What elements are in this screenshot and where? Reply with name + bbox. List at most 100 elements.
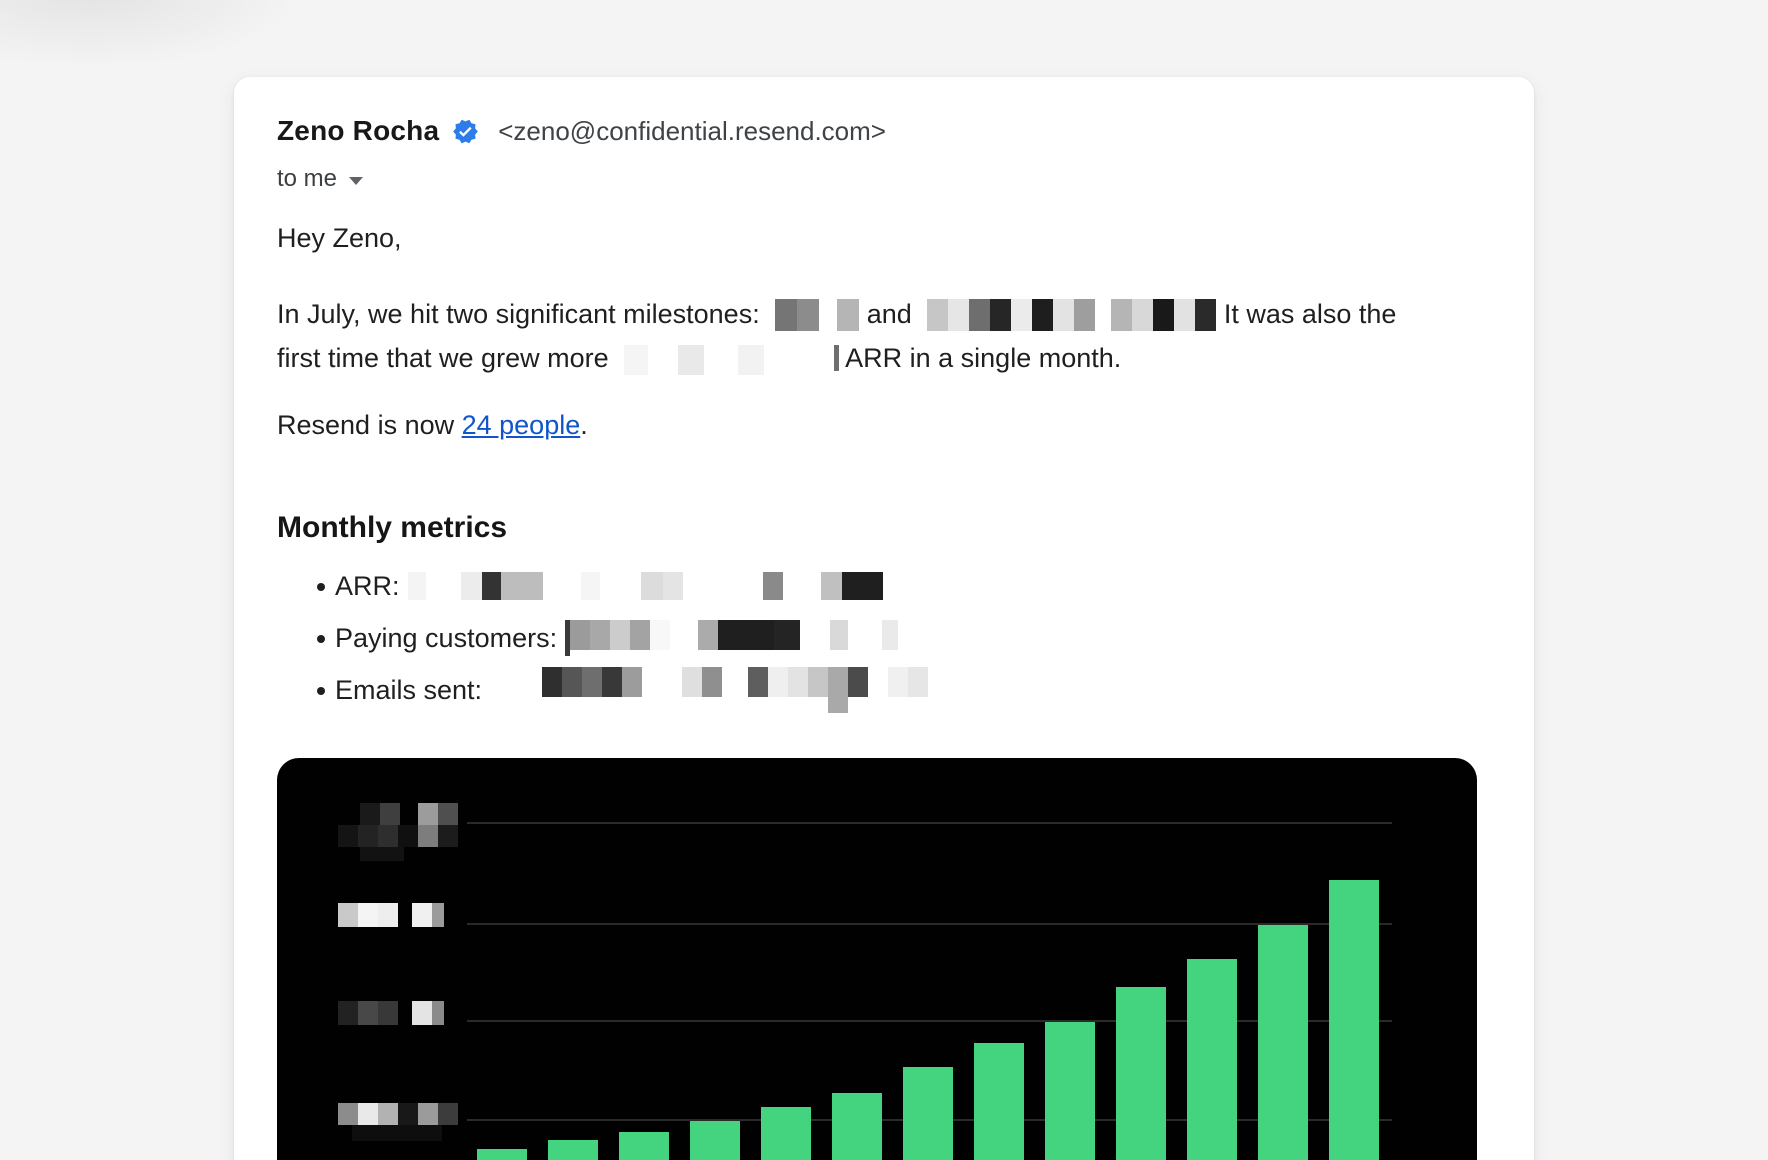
recipient-dropdown[interactable]: to me — [277, 165, 363, 193]
redaction-pixel-block — [702, 667, 722, 697]
redaction-pixel-block — [438, 825, 458, 847]
redaction-pixel-block — [842, 572, 883, 600]
redaction-pixel-block — [432, 903, 444, 927]
redaction-pixel-block — [788, 667, 808, 697]
team-text: Resend is now — [277, 410, 462, 440]
paragraph-text: It was also the — [1224, 299, 1397, 329]
redaction-pixel-block — [1132, 299, 1153, 331]
chart-gridline — [467, 1020, 1392, 1022]
email-card: Zeno Rocha <zeno@confidential.resend.com… — [234, 77, 1534, 1160]
redaction-pixel-block — [775, 299, 797, 331]
chart-ylabel-redacted — [338, 1103, 458, 1125]
greeting-text: Hey Zeno, — [277, 223, 402, 254]
redaction-pixel-block — [352, 1125, 442, 1141]
redaction-pixel-block — [438, 1103, 458, 1125]
redaction-pixel-block — [1174, 299, 1195, 331]
paragraph-text: and — [867, 299, 912, 329]
paragraph-text: In July, we hit two significant mileston… — [277, 299, 760, 329]
redaction-pixel-block — [338, 903, 358, 927]
redaction-pixel-block — [378, 825, 398, 847]
sender-name: Zeno Rocha — [277, 115, 439, 147]
redaction-pixel-block — [797, 299, 819, 331]
redaction-pixel-block — [808, 667, 828, 697]
chart-gridline — [467, 923, 1392, 925]
redaction-pixel-block — [848, 667, 868, 697]
redaction-pixel-block — [418, 803, 438, 825]
sender-address: <zeno@confidential.resend.com> — [498, 116, 886, 147]
page-background: { "email": { "sender_name": "Zeno Rocha"… — [0, 0, 1768, 1160]
redacted-value — [490, 667, 928, 713]
redaction-pixel-block — [438, 803, 458, 825]
redaction-pixel-block — [581, 572, 600, 600]
email-header: Zeno Rocha <zeno@confidential.resend.com… — [277, 115, 886, 147]
redaction-pixel-block — [1111, 299, 1132, 331]
chart-bar — [903, 1067, 953, 1160]
redaction-pixel-block — [641, 572, 663, 600]
redaction-pixel-block — [622, 667, 642, 697]
redacted-value — [408, 572, 883, 600]
redaction-pixel-block — [358, 825, 378, 847]
redaction-pixel-block — [768, 667, 788, 697]
redaction-pixel-block — [1074, 299, 1095, 331]
chart-ylabel-redacted — [338, 1001, 444, 1025]
redaction-pixel-block — [990, 299, 1011, 331]
redaction-pixel-block — [948, 299, 969, 331]
redaction-pixel-block — [888, 667, 908, 697]
chart-bar — [761, 1107, 811, 1160]
redaction-pixel-block — [418, 1103, 438, 1125]
chart-bar — [974, 1043, 1024, 1160]
redaction-pixel-block — [837, 299, 859, 331]
redaction-pixel-block — [682, 667, 702, 697]
paragraph-line-2: first time that we grew more ARR in a si… — [277, 336, 1396, 380]
redaction-pixel-block — [1153, 299, 1174, 331]
redaction-pixel-block — [582, 667, 602, 697]
redaction-pixel-block — [610, 620, 630, 650]
redaction-pixel-block — [570, 620, 590, 650]
redaction-pixel-block — [828, 667, 848, 713]
redaction-pixel-block — [432, 1001, 444, 1025]
redacted-text — [624, 345, 839, 375]
redaction-pixel-block — [624, 345, 648, 375]
redaction-pixel-block — [380, 803, 400, 825]
redaction-pixel-block — [412, 1001, 432, 1025]
redaction-pixel-block — [590, 620, 610, 650]
chart-bar — [1045, 1022, 1095, 1160]
chart-ylabel-redacted — [352, 1125, 442, 1141]
growth-bar-chart — [277, 758, 1477, 1160]
team-text-period: . — [580, 410, 588, 440]
chart-bar — [1258, 925, 1308, 1160]
redaction-pixel-block — [418, 825, 438, 847]
metric-label: ARR: — [335, 571, 400, 602]
redaction-pixel-block — [882, 620, 898, 650]
redaction-pixel-block — [378, 1103, 398, 1125]
chart-bar — [619, 1132, 669, 1160]
redacted-text — [927, 299, 1216, 331]
redaction-pixel-block — [650, 620, 670, 650]
redaction-pixel-block — [908, 667, 928, 697]
redaction-pixel-block — [398, 1103, 418, 1125]
redaction-pixel-block — [542, 667, 562, 697]
people-count-link[interactable]: 24 people — [462, 410, 581, 440]
chart-ylabel-redacted — [338, 825, 458, 847]
redaction-pixel-block — [358, 1103, 378, 1125]
metrics-list: ARR: Paying customers: Emails sent: — [277, 570, 928, 726]
redaction-pixel-block — [969, 299, 990, 331]
metric-item-paying-customers: Paying customers: — [277, 622, 928, 654]
recipient-label: to me — [277, 165, 337, 193]
redaction-pixel-block — [408, 572, 426, 600]
redaction-pixel-block — [378, 903, 398, 927]
chevron-down-icon — [349, 177, 363, 185]
redaction-pixel-block — [338, 1001, 358, 1025]
redaction-pixel-block — [602, 667, 622, 697]
redacted-text — [775, 299, 859, 331]
redaction-pixel-block — [663, 572, 683, 600]
verified-badge-icon — [452, 118, 479, 145]
redaction-pixel-block — [834, 345, 839, 371]
redaction-pixel-block — [738, 345, 764, 375]
redaction-pixel-block — [358, 903, 378, 927]
milestones-paragraph: In July, we hit two significant mileston… — [277, 292, 1396, 380]
redaction-pixel-block — [501, 572, 543, 600]
redaction-pixel-block — [338, 825, 358, 847]
redaction-pixel-block — [412, 903, 432, 927]
redaction-pixel-block — [1053, 299, 1074, 331]
